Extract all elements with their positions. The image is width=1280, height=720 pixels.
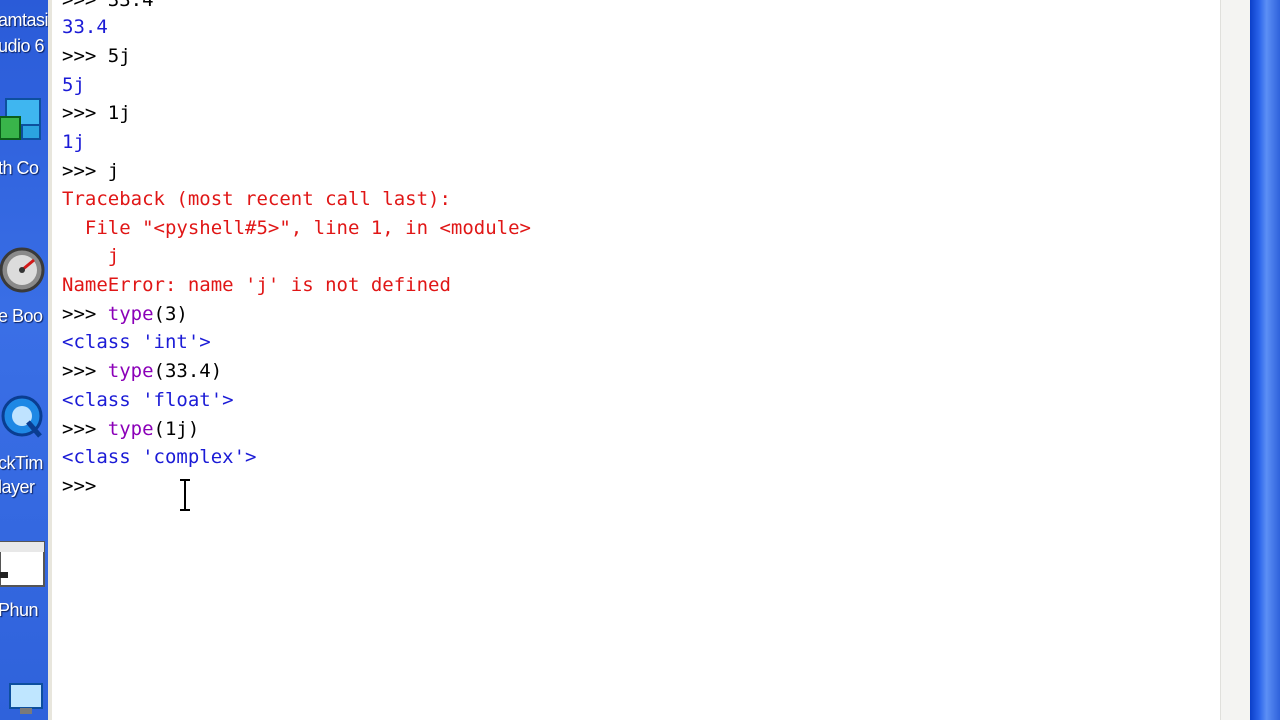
network-icon[interactable] xyxy=(0,95,44,155)
shell-input-line: >>> type(3) xyxy=(62,300,188,328)
desktop-label[interactable]: ckTim xyxy=(0,453,48,474)
shell-output-line: <class 'int'> xyxy=(62,331,211,353)
desktop-label[interactable]: layer xyxy=(0,477,48,498)
shell-input-line: >>> 1j xyxy=(62,99,131,127)
traceback-line: File "<pyshell#5>", line 1, in <module> xyxy=(62,217,531,239)
shell-output-line: 1j xyxy=(62,131,85,153)
shell-prompt: >>> xyxy=(62,0,108,11)
input-code: 1j xyxy=(107,102,131,124)
builtin-keyword: type xyxy=(107,303,154,325)
builtin-keyword: type xyxy=(107,418,154,440)
shell-text-area[interactable] xyxy=(52,0,1220,720)
window-icon[interactable] xyxy=(0,540,46,590)
quicktime-icon[interactable] xyxy=(0,392,46,444)
shell-output-line: <class 'complex'> xyxy=(62,446,257,468)
desktop-label[interactable]: e Boo xyxy=(0,306,48,327)
desktop-strip: amtasi udio 6 th Co e Boo ckTim layer Ph… xyxy=(0,0,48,720)
shell-output-line: 33.4 xyxy=(62,16,108,38)
text-cursor-icon xyxy=(180,479,190,511)
builtin-keyword: type xyxy=(107,360,154,382)
shell-output-line: <class 'float'> xyxy=(62,389,234,411)
desktop-label[interactable]: udio 6 xyxy=(0,36,48,57)
shell-input-line: >>> 5j xyxy=(62,42,131,70)
shell-input-line: >>> type(1j) xyxy=(62,415,199,443)
shell-prompt: >>> xyxy=(62,45,108,67)
shell-prompt: >>> xyxy=(62,160,108,182)
input-code: j xyxy=(107,160,120,182)
error-message: NameError: name 'j' is not defined xyxy=(62,274,451,296)
desktop-label[interactable]: th Co xyxy=(0,158,48,179)
shell-input-line: >>> j xyxy=(62,157,119,185)
traceback-line: j xyxy=(62,245,120,267)
shell-prompt: >>> xyxy=(62,360,108,382)
shell-prompt: >>> xyxy=(62,303,108,325)
input-code: 5j xyxy=(107,45,131,67)
desktop-label[interactable]: Phun xyxy=(0,600,48,621)
traceback-line: Traceback (most recent call last): xyxy=(62,188,451,210)
shell-output-line: 5j xyxy=(62,74,85,96)
shell-current-input[interactable]: >>> xyxy=(62,472,108,500)
shell-input-line: >>> type(33.4) xyxy=(62,357,222,385)
shell-prompt: >>> xyxy=(62,102,108,124)
monitor-icon[interactable] xyxy=(6,682,46,716)
vertical-scrollbar[interactable] xyxy=(1220,0,1251,720)
window-right-border xyxy=(1250,0,1280,720)
shell-prompt: >>> xyxy=(62,475,108,497)
shell-prompt: >>> xyxy=(62,418,108,440)
shell-input-line: >>> 33.4 xyxy=(62,0,154,14)
input-code: (1j) xyxy=(153,418,200,440)
speedometer-icon[interactable] xyxy=(0,240,46,300)
input-code: 33.4 xyxy=(107,0,154,11)
desktop-label[interactable]: amtasi xyxy=(0,10,48,31)
input-code: (33.4) xyxy=(153,360,223,382)
input-code: (3) xyxy=(153,303,188,325)
